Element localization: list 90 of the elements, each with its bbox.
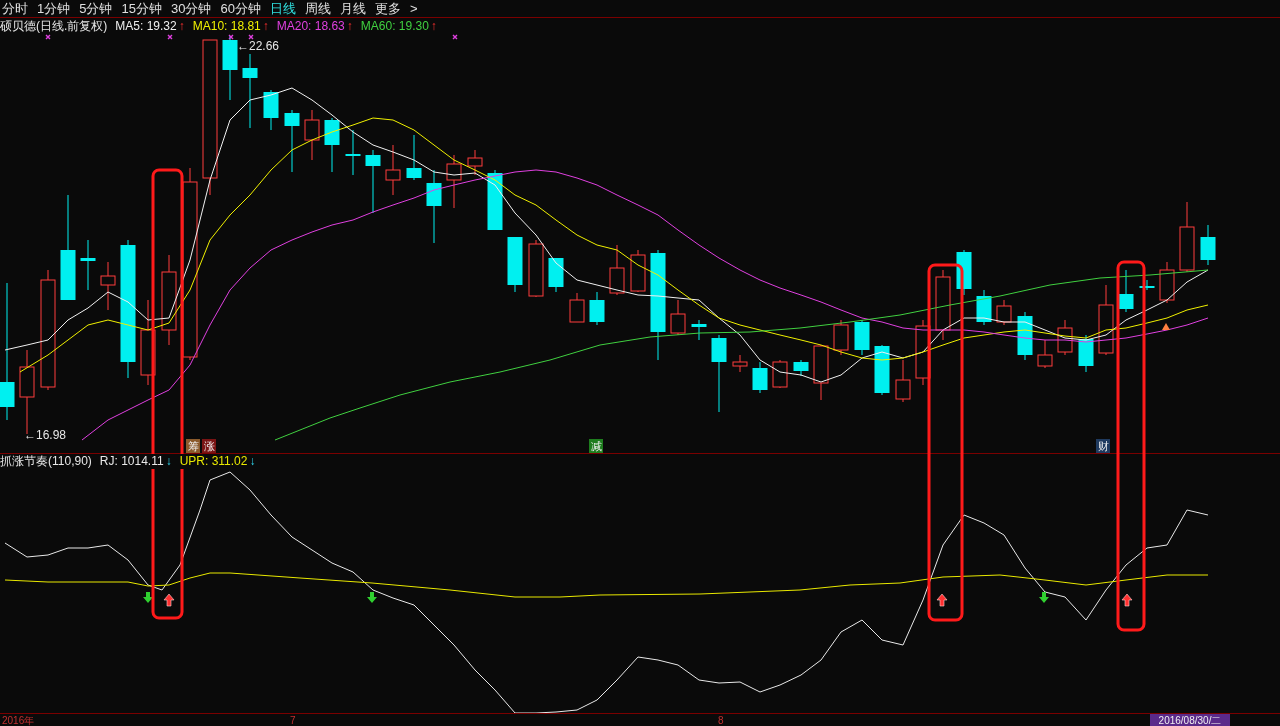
candle [365, 149, 381, 214]
indicator-reading: UPR: 311.02 [179, 454, 248, 469]
trend-arrow: ↑ [346, 18, 353, 34]
candle [487, 169, 503, 231]
up-arrow-icon [163, 593, 175, 607]
period-tab[interactable]: 周线 [304, 0, 331, 17]
period-tab[interactable]: 月线 [339, 0, 366, 17]
candle [609, 244, 625, 296]
trend-arrow: ↑ [178, 18, 185, 34]
candle [1078, 334, 1094, 373]
period-tab[interactable]: 分时 [2, 0, 28, 17]
candle [1159, 261, 1175, 304]
candle [1179, 201, 1195, 273]
period-tab[interactable]: 日线 [269, 0, 296, 17]
period-tab[interactable]: 15分钟 [121, 0, 162, 17]
candle [304, 109, 320, 161]
candle [1057, 319, 1073, 356]
event-marker[interactable]: 筹 [186, 439, 200, 453]
trend-arrow: ↑ [262, 18, 269, 34]
candle [222, 35, 238, 101]
candle [732, 354, 748, 373]
candle [833, 319, 849, 356]
candle [467, 149, 483, 176]
ma-reading: MA10: 18.81 [192, 18, 261, 34]
candle [935, 269, 951, 341]
candle [691, 319, 707, 341]
candle [854, 319, 870, 356]
candle [507, 236, 523, 293]
period-tab[interactable]: 1分钟 [37, 0, 71, 17]
candle [813, 344, 829, 401]
cross-mark-icon [452, 34, 458, 40]
ma-reading: MA5: 19.32 [115, 18, 177, 34]
ma-reading: MA60: 19.30 [360, 18, 429, 34]
candle [915, 319, 931, 386]
candle [1200, 224, 1216, 266]
axis-label: 7 [290, 715, 296, 726]
down-arrow-icon [1039, 592, 1049, 603]
candle [793, 359, 809, 377]
cursor-date-label: 2016/08/30/二 [1150, 714, 1230, 726]
triangle-marker-icon [1162, 323, 1170, 330]
low-price-label: ←16.98 [24, 428, 67, 442]
axis-label: 8 [718, 715, 724, 726]
stock-title: 硕贝德(日线.前复权) [0, 18, 108, 34]
candle [589, 291, 605, 326]
candle [406, 134, 422, 181]
event-marker[interactable]: 财 [1096, 439, 1110, 453]
period-tab[interactable]: 30分钟 [170, 0, 212, 17]
cross-mark-icon [167, 34, 173, 40]
candle [100, 261, 116, 311]
event-marker[interactable]: 涨 [202, 439, 216, 453]
indicator-title: 抓涨节奏(110,90) [0, 454, 92, 469]
candle [1037, 339, 1053, 369]
candle [80, 239, 96, 291]
period-tab[interactable]: 60分钟 [220, 0, 261, 17]
candle [385, 144, 401, 196]
candle [895, 359, 911, 403]
up-arrow-icon [1121, 593, 1133, 607]
candle [548, 257, 564, 293]
candle [630, 249, 646, 293]
down-arrow-icon [143, 592, 153, 603]
cross-mark-icon [45, 34, 51, 40]
axis-label: 2016年 [2, 715, 35, 726]
candle [446, 154, 462, 209]
ma-reading: MA20: 18.63 [276, 18, 345, 34]
period-tab[interactable]: 5分钟 [79, 0, 113, 17]
candle [569, 292, 585, 323]
candle [874, 344, 890, 396]
candle [324, 117, 340, 173]
candle [996, 299, 1012, 326]
more-arrow-button[interactable]: > [409, 0, 418, 17]
cross-mark-icon [248, 34, 254, 40]
candle [752, 361, 768, 394]
candle [528, 239, 544, 298]
event-marker[interactable]: 减 [589, 439, 603, 453]
down-arrow-icon [367, 592, 377, 603]
indicator-reading: RJ: 1014.11 [99, 454, 164, 469]
candle [1139, 279, 1155, 291]
candle [263, 89, 279, 131]
candle [1118, 269, 1134, 313]
cross-mark-icon [228, 34, 234, 40]
period-tab[interactable]: 更多 [374, 0, 401, 17]
candle [772, 359, 788, 389]
candle [976, 289, 992, 326]
up-arrow-icon [936, 593, 948, 607]
trend-arrow: ↑ [430, 18, 437, 34]
candle [670, 299, 686, 336]
candle [1098, 284, 1114, 356]
candle [284, 109, 300, 173]
high-price-label: ←22.66 [237, 39, 280, 53]
candle [345, 129, 361, 176]
